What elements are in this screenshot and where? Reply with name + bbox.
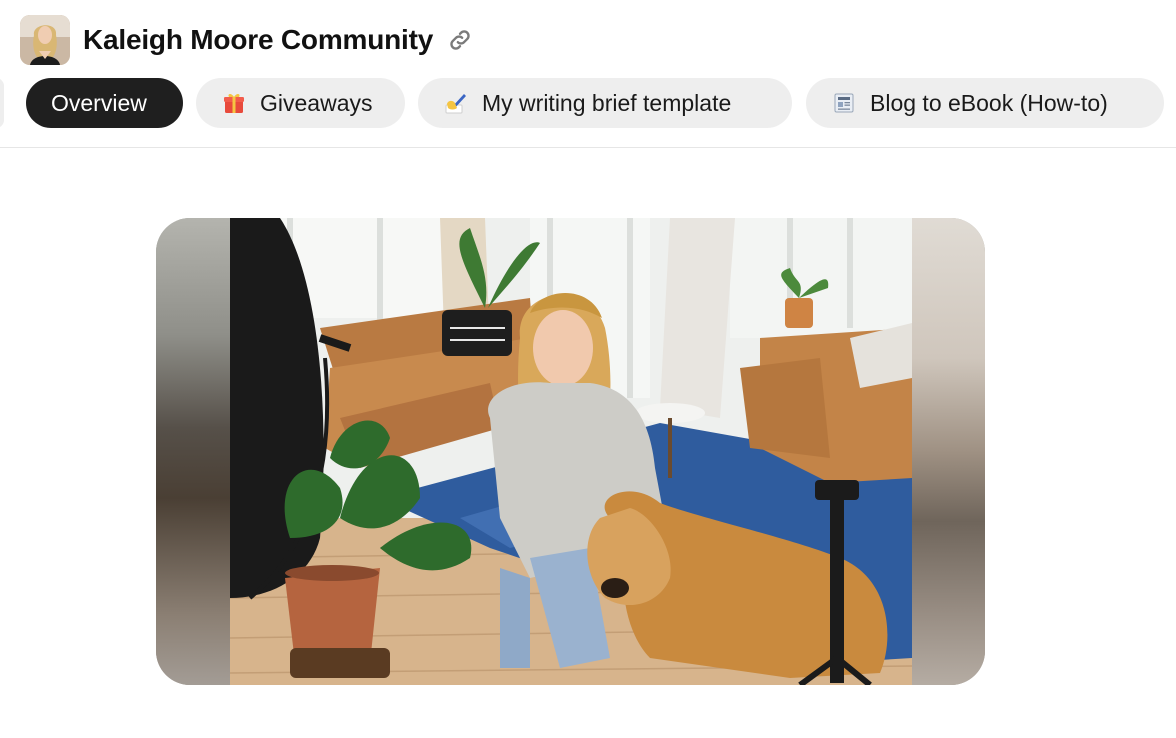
media-blur-right <box>911 218 985 685</box>
tab-label: Blog to eBook (How-to) <box>870 89 1108 116</box>
community-avatar[interactable] <box>20 15 70 65</box>
community-header: Kaleigh Moore Community Overview Giveawa… <box>0 0 1176 148</box>
tab-scroll-edge[interactable] <box>0 78 4 128</box>
hero-photo <box>230 218 912 685</box>
writing-hand-icon <box>443 90 469 116</box>
tab-label: Giveaways <box>260 89 373 116</box>
hero-media[interactable] <box>156 218 985 685</box>
newspaper-icon <box>831 90 857 116</box>
gift-icon <box>221 90 247 116</box>
tab-overview[interactable]: Overview <box>26 78 183 128</box>
media-blur-left <box>156 218 230 685</box>
tab-giveaways[interactable]: Giveaways <box>196 78 405 128</box>
tab-label: Overview <box>51 89 147 116</box>
community-title: Kaleigh Moore Community <box>83 24 434 55</box>
link-icon[interactable] <box>445 25 475 55</box>
tab-writing-brief[interactable]: My writing brief template <box>418 78 792 128</box>
tab-bar: Overview Giveaways My writing brief temp… <box>0 78 1176 128</box>
tab-blog-to-ebook[interactable]: Blog to eBook (How-to) <box>806 78 1164 128</box>
tab-label: My writing brief template <box>482 89 732 116</box>
title-row: Kaleigh Moore Community <box>20 14 475 66</box>
